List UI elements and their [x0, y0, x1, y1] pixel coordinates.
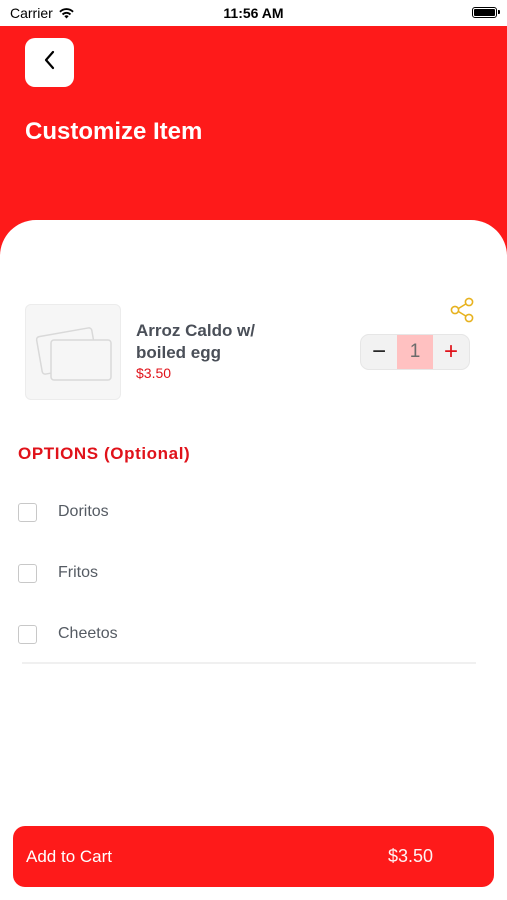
- option-doritos[interactable]: Doritos: [18, 500, 109, 524]
- content-card: Arroz Caldo w/ boiled egg $3.50 − 1 + OP…: [0, 220, 507, 900]
- page-title: Customize Item: [25, 118, 203, 145]
- divider: [22, 662, 476, 664]
- option-label: Doritos: [58, 503, 109, 520]
- checkbox[interactable]: [18, 563, 37, 583]
- checkbox[interactable]: [18, 624, 37, 644]
- checkbox[interactable]: [18, 502, 37, 522]
- item-name: Arroz Caldo w/ boiled egg: [136, 321, 256, 362]
- options-title: OPTIONS (Optional): [18, 444, 191, 463]
- item-price: $3.50: [136, 365, 172, 381]
- option-label: Fritos: [58, 564, 98, 581]
- quantity-value: 1: [397, 335, 433, 369]
- option-fritos[interactable]: Fritos: [18, 561, 98, 585]
- option-cheetos[interactable]: Cheetos: [18, 622, 118, 646]
- share-icon: [448, 297, 476, 328]
- add-to-cart-button[interactable]: Add to Cart $3.50: [13, 826, 494, 887]
- cart-total-price: $3.50: [387, 846, 433, 866]
- chevron-left-icon: [42, 48, 58, 77]
- option-label: Cheetos: [58, 625, 118, 642]
- item-image: [25, 304, 121, 400]
- decrease-quantity-button[interactable]: −: [361, 335, 397, 369]
- status-time: 11:56 AM: [223, 5, 284, 21]
- quantity-stepper: − 1 +: [360, 334, 470, 370]
- battery-icon: [472, 7, 500, 18]
- image-placeholder-icon: [26, 327, 120, 403]
- status-bar: Carrier 11:56 AM: [0, 0, 507, 26]
- increase-quantity-button[interactable]: +: [433, 335, 469, 369]
- back-button[interactable]: [25, 38, 74, 87]
- share-button[interactable]: [448, 296, 476, 324]
- add-to-cart-label: Add to Cart: [26, 846, 112, 866]
